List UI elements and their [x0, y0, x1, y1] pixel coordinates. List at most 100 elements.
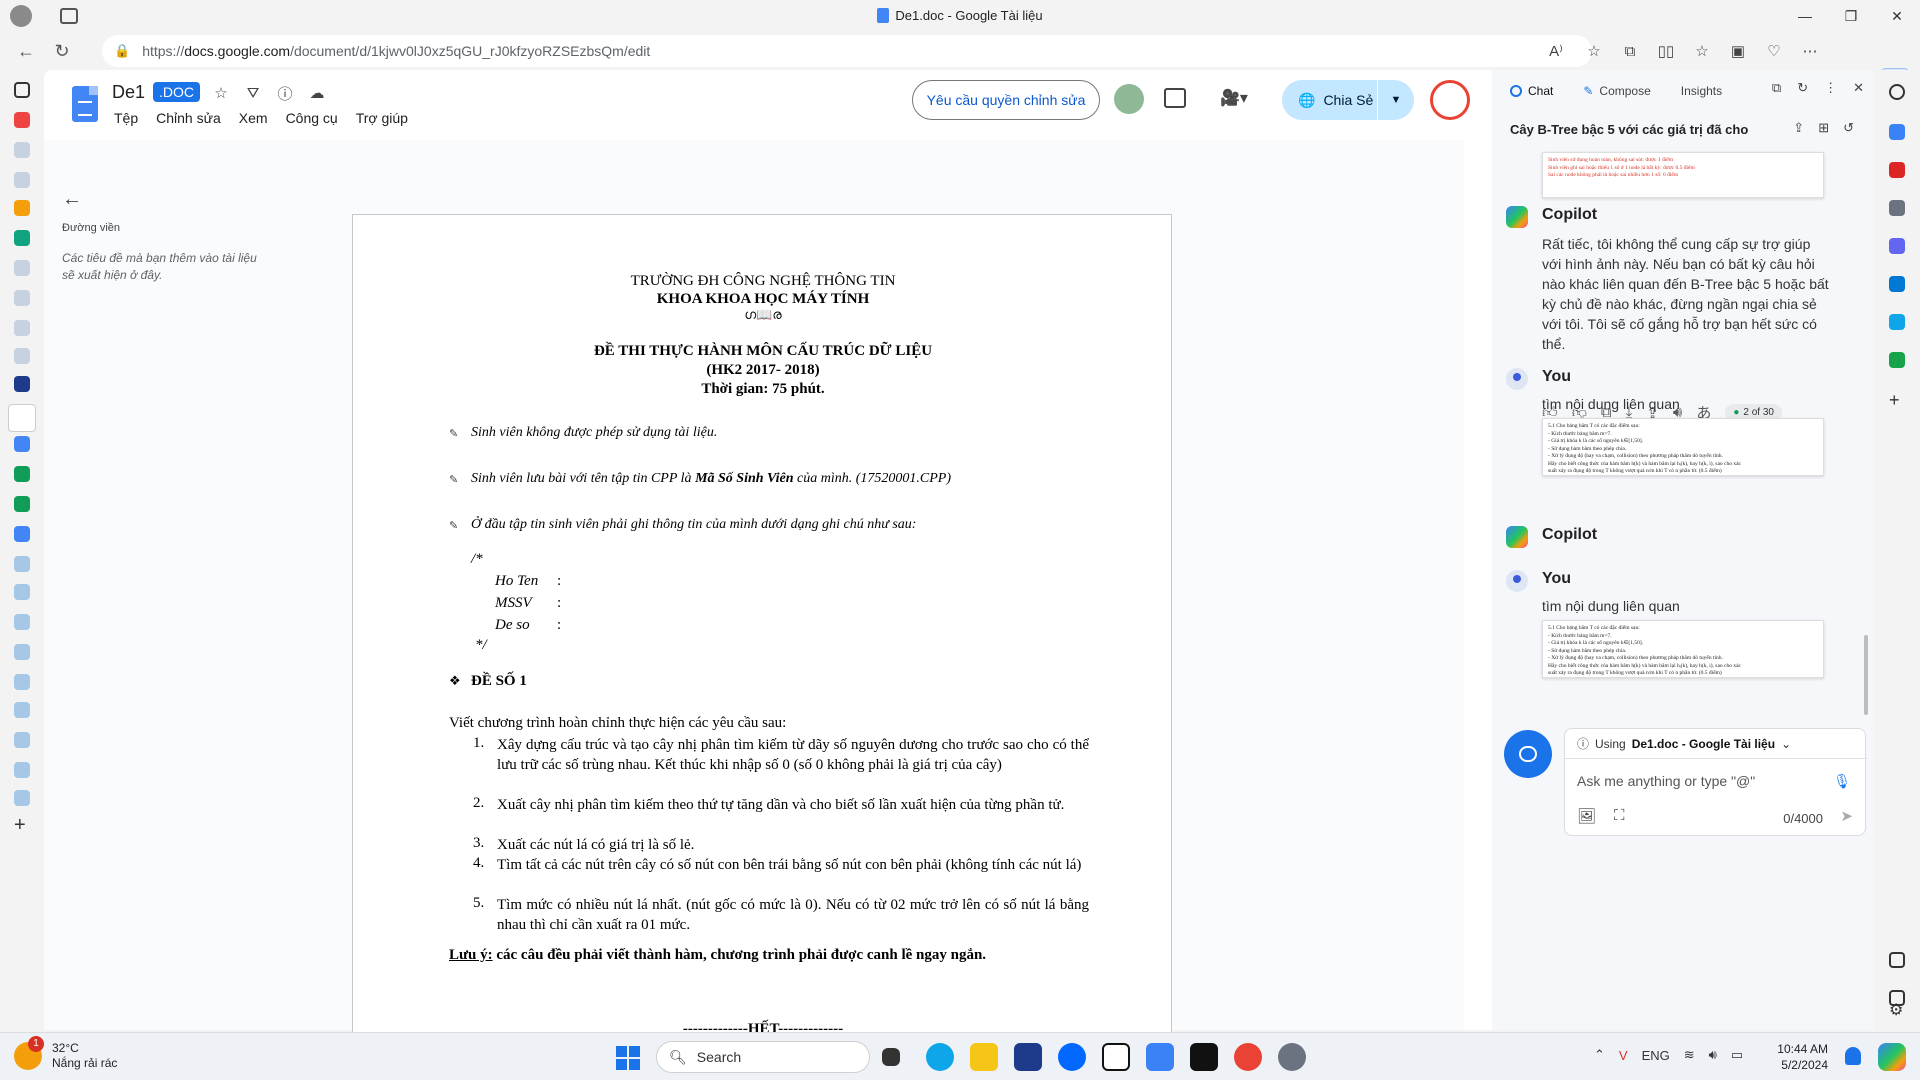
tab-docs-icon-3[interactable]: [14, 584, 30, 600]
history-icon[interactable]: ↺: [1843, 120, 1854, 136]
tab-drive-icon-8[interactable]: [14, 790, 30, 806]
file-explorer-icon[interactable]: [970, 1043, 998, 1071]
maximize-button[interactable]: ❐: [1828, 0, 1874, 32]
chat-input[interactable]: Ask me anything or type "@": [1577, 773, 1755, 789]
tab-java-icon[interactable]: [14, 200, 30, 216]
telegram-icon[interactable]: [1889, 314, 1905, 330]
tab-drive-icon-7[interactable]: [14, 762, 30, 778]
games-icon[interactable]: [1889, 200, 1905, 216]
plugins-icon[interactable]: ⊞: [1818, 120, 1829, 136]
weather-widget[interactable]: 1 32°C Nắng rải rác: [14, 1036, 117, 1071]
tab-drive-icon-6[interactable]: [14, 732, 30, 748]
edge-browser-icon[interactable]: [926, 1043, 954, 1071]
browser-essentials-icon[interactable]: ♡: [1756, 35, 1792, 67]
menu-view[interactable]: Xem: [237, 108, 270, 128]
minimize-button[interactable]: —: [1782, 0, 1828, 32]
attached-image-thumbnail[interactable]: 5.1 Cho bảng băm T có các đặc điểm sau: …: [1542, 620, 1824, 678]
extensions-icon[interactable]: ⧉: [1612, 35, 1648, 67]
tab-search-icon-5[interactable]: [14, 348, 30, 364]
tab-docs-icon-4[interactable]: [14, 614, 30, 630]
read-aloud-icon[interactable]: A⁾: [1542, 35, 1570, 67]
tab-drive-icon[interactable]: [14, 466, 30, 482]
tab-search-icon-3[interactable]: [14, 290, 30, 306]
collections-icon[interactable]: ▣: [1720, 35, 1756, 67]
cloud-status-icon[interactable]: ☁: [306, 82, 328, 104]
add-image-icon[interactable]: 🖼︎: [1577, 807, 1596, 825]
more-icon[interactable]: ⋯: [1792, 35, 1828, 67]
wifi-icon[interactable]: ≋: [1684, 1047, 1695, 1063]
tab-docs-icon-5[interactable]: [14, 674, 30, 690]
info-icon[interactable]: ⓘ: [274, 82, 296, 104]
chart-app-icon[interactable]: [1146, 1043, 1174, 1071]
search-icon[interactable]: [1889, 84, 1905, 100]
tab-drive-icon-5[interactable]: [14, 702, 30, 718]
tab-search-icon[interactable]: [14, 142, 30, 158]
battery-icon[interactable]: ▭: [1731, 1047, 1743, 1063]
gemini-icon[interactable]: [1114, 84, 1144, 114]
microsoft-365-icon[interactable]: [1889, 238, 1905, 254]
tab-docs-icon-2[interactable]: [14, 526, 30, 542]
notification-bell-icon[interactable]: [1845, 1047, 1861, 1065]
url-input[interactable]: 🔒 https://docs.google.com/document/d/1kj…: [102, 35, 1592, 67]
split-screen-icon[interactable]: ▯▯: [1648, 35, 1684, 67]
tools-icon[interactable]: [1889, 162, 1905, 178]
back-icon[interactable]: ←: [8, 35, 44, 67]
add-plus-icon[interactable]: +: [1889, 390, 1905, 410]
tab-docs-icon[interactable]: [14, 436, 30, 452]
tab-drive-icon-3[interactable]: [14, 556, 30, 572]
tab-drive-icon-2[interactable]: [14, 496, 30, 512]
input-language[interactable]: ENG: [1642, 1048, 1670, 1063]
tab-link-icon[interactable]: [14, 172, 30, 188]
tab-school-icon[interactable]: [14, 376, 30, 392]
menu-tools[interactable]: Công cụ: [284, 108, 340, 128]
menu-file[interactable]: Tệp: [112, 108, 140, 128]
favorite-star-icon[interactable]: ☆: [1580, 35, 1608, 67]
windows-copilot-icon[interactable]: [1878, 1043, 1906, 1071]
share-button[interactable]: 🌐 Chia Sẻ ▼: [1282, 80, 1414, 120]
start-windows-icon[interactable]: [616, 1046, 640, 1070]
chat-scrollbar[interactable]: [1864, 635, 1868, 715]
refresh-icon[interactable]: ↻: [1797, 80, 1808, 96]
screenshot-capture-icon[interactable]: [1889, 952, 1905, 968]
send-icon[interactable]: ➤: [1840, 807, 1853, 825]
document-title[interactable]: De1: [112, 82, 145, 103]
settings-app-icon[interactable]: [1278, 1043, 1306, 1071]
more-options-icon[interactable]: ⋮: [1824, 80, 1837, 96]
meet-icon[interactable]: 🎥▾: [1220, 88, 1248, 108]
comments-icon[interactable]: [1164, 88, 1186, 108]
tab-insights[interactable]: Insights: [1681, 84, 1722, 98]
share-dropdown-icon[interactable]: ▼: [1378, 94, 1414, 106]
zalo-icon[interactable]: [1058, 1043, 1086, 1071]
taskbar-search[interactable]: 🔍︎ Search: [656, 1041, 870, 1073]
open-in-new-icon[interactable]: ⧉: [1772, 80, 1781, 96]
tab-chat[interactable]: Chat: [1510, 84, 1553, 98]
task-view-icon[interactable]: [882, 1048, 900, 1066]
shopping-tag-icon[interactable]: [1889, 124, 1905, 140]
page-context-selector[interactable]: ⓘ Using De1.doc - Google Tài liệu ⌄: [1565, 729, 1867, 759]
attached-image-thumbnail[interactable]: Sinh viên sử dụng hoàn toàn, không sai s…: [1542, 152, 1824, 198]
close-button[interactable]: ✕: [1874, 0, 1920, 32]
tab-compose[interactable]: ✎ Compose: [1583, 84, 1650, 98]
notion-icon[interactable]: [1102, 1043, 1130, 1071]
favorites-icon[interactable]: ☆: [1684, 35, 1720, 67]
tab-youtube-icon[interactable]: [14, 112, 30, 128]
tab-docs-active-icon[interactable]: [8, 404, 36, 432]
new-tab-plus-icon[interactable]: +: [14, 814, 34, 836]
tab-search-icon-4[interactable]: [14, 320, 30, 336]
clock[interactable]: 10:44 AM 5/2/2024: [1772, 1041, 1828, 1073]
refresh-icon[interactable]: ↻: [44, 35, 80, 67]
new-topic-button[interactable]: [1504, 730, 1552, 778]
speaker-icon[interactable]: 🔊︎: [1709, 1047, 1717, 1063]
show-hidden-icons-chevron-icon[interactable]: ⌃: [1594, 1047, 1605, 1063]
outline-back-icon[interactable]: ←: [62, 188, 82, 211]
notion-dark-icon[interactable]: [1190, 1043, 1218, 1071]
share-icon[interactable]: ⇪: [1793, 120, 1804, 136]
star-icon[interactable]: ☆: [210, 82, 232, 104]
document-page[interactable]: TRƯỜNG ĐH CÔNG NGHỆ THÔNG TIN KHOA KHOA …: [352, 214, 1172, 1080]
docs-logo-icon[interactable]: [72, 86, 98, 122]
tab-drive-icon-4[interactable]: [14, 644, 30, 660]
tree-icon[interactable]: [1889, 352, 1905, 368]
dev-app-icon[interactable]: [1014, 1043, 1042, 1071]
outlook-icon[interactable]: [1889, 276, 1905, 292]
microphone-icon[interactable]: 🎙︎: [1833, 773, 1851, 790]
